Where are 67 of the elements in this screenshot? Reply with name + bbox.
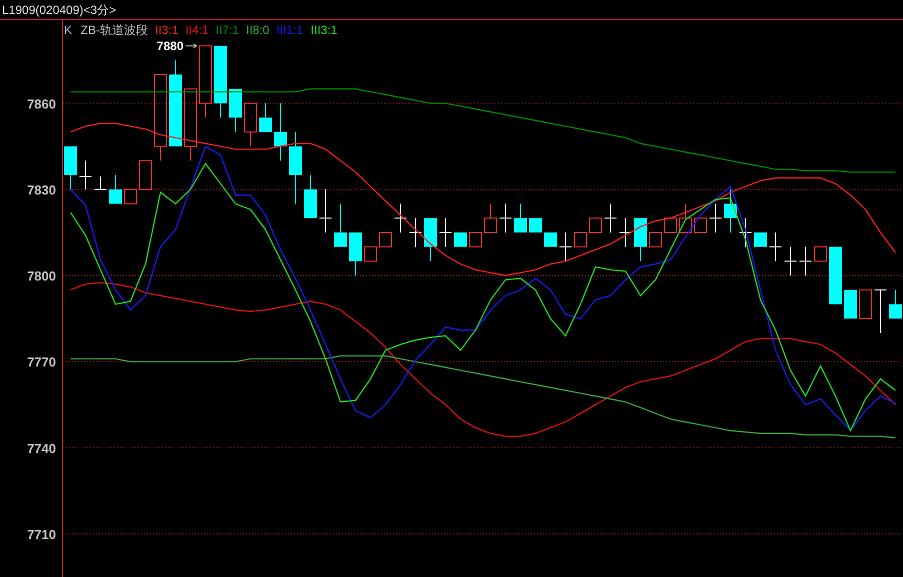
- candlestick: [454, 232, 467, 248]
- candlestick: [229, 88, 242, 132]
- axis-label: 7860: [27, 96, 56, 112]
- candlestick: [94, 176, 107, 190]
- price-label: 7880: [156, 38, 184, 53]
- candlestick: [514, 203, 527, 233]
- axis-label: 7800: [27, 268, 56, 284]
- candlestick: [589, 218, 602, 233]
- candlestick: [499, 203, 512, 233]
- legend-item: II3:1: [155, 23, 178, 37]
- indicator-label: K: [64, 23, 72, 37]
- legend-item: III1:1: [276, 23, 304, 37]
- axis-label: 7710: [27, 526, 56, 542]
- axis-label: 7770: [27, 354, 56, 370]
- candlestick: [679, 203, 692, 233]
- legend-item: II4:1: [185, 23, 209, 37]
- candlestick: [139, 160, 152, 190]
- candlestick: [424, 218, 437, 262]
- arrow-icon: [185, 43, 198, 48]
- candlestick: [334, 203, 347, 248]
- candlestick: [784, 246, 797, 276]
- candlestick: [259, 102, 272, 132]
- axis-label: 7830: [27, 182, 56, 198]
- candlestick: [409, 218, 422, 248]
- candlestick: [484, 203, 497, 233]
- candlestick: [859, 289, 872, 320]
- candlestick: [364, 246, 377, 262]
- candlestick: [634, 218, 647, 262]
- candlestick: [739, 218, 752, 248]
- candlestick: [349, 232, 362, 276]
- candlestick: [559, 232, 572, 262]
- candlestick: [799, 246, 812, 276]
- candlestick: [844, 289, 857, 320]
- candlestick: [769, 232, 782, 262]
- candlestick: [244, 102, 257, 147]
- candlestick: [709, 203, 722, 233]
- legend-item: II7:1: [216, 23, 240, 37]
- candlestick: [694, 218, 707, 233]
- candlestick: [754, 232, 767, 248]
- candlestick: [319, 188, 332, 233]
- candlestick: [79, 160, 92, 190]
- candlestick: [274, 102, 287, 162]
- candlestick: [874, 289, 887, 334]
- candlestick: [544, 232, 557, 248]
- legend-item: III3:1: [310, 23, 338, 37]
- candlestick: [394, 203, 407, 233]
- candlestick: [829, 246, 842, 305]
- candlestick: [469, 232, 482, 248]
- candlestick: [379, 232, 392, 248]
- candlestick: [604, 203, 617, 233]
- candlestick: [529, 218, 542, 233]
- legend-item: II8:0: [246, 23, 270, 37]
- candlestick: [889, 289, 902, 320]
- candlestick: [64, 146, 77, 190]
- candlestick: [304, 174, 317, 219]
- candlestick: [574, 232, 587, 248]
- indicator-name: ZB-轨道波段: [80, 23, 148, 37]
- axis-label: 7740: [27, 440, 56, 456]
- candlestick: [724, 188, 737, 233]
- candlestick: [124, 188, 137, 204]
- candlestick: [649, 232, 662, 248]
- window-title: L1909(020409)<3分>: [2, 4, 116, 16]
- candlestick: [814, 246, 827, 262]
- candlestick: [619, 218, 632, 248]
- candlestick: [439, 218, 452, 248]
- candlestick: [664, 218, 677, 233]
- candlestick: [109, 174, 122, 204]
